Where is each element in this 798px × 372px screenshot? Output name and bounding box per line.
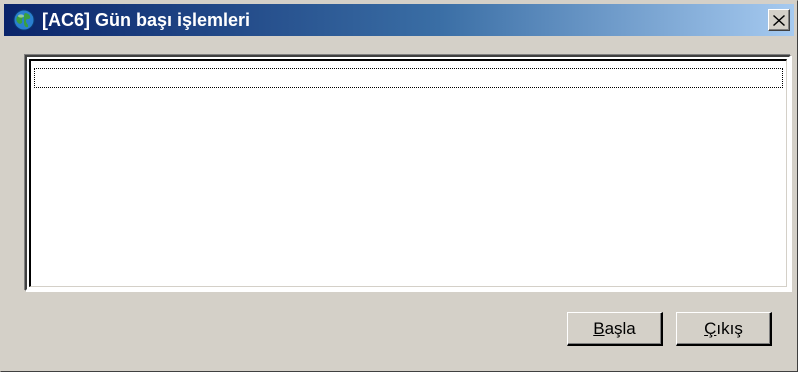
start-button-mnemonic: B: [593, 318, 605, 338]
process-list-panel: [25, 55, 791, 291]
dialog-window: [AC6] Gün başı işlemleri Başla Çıkış: [0, 0, 798, 372]
exit-button-mnemonic: Ç: [704, 318, 717, 338]
list-item[interactable]: [34, 68, 783, 88]
exit-button-label: ıkış: [716, 318, 743, 338]
start-button[interactable]: Başla: [567, 312, 663, 346]
close-button[interactable]: [768, 9, 790, 31]
window-title: [AC6] Gün başı işlemleri: [42, 10, 251, 30]
exit-button[interactable]: Çıkış: [676, 312, 772, 346]
close-icon: [773, 14, 785, 26]
process-list[interactable]: [29, 59, 787, 287]
start-button-label: aşla: [604, 318, 636, 338]
globe-icon: [13, 9, 35, 31]
title-bar[interactable]: [AC6] Gün başı işlemleri: [4, 4, 794, 36]
